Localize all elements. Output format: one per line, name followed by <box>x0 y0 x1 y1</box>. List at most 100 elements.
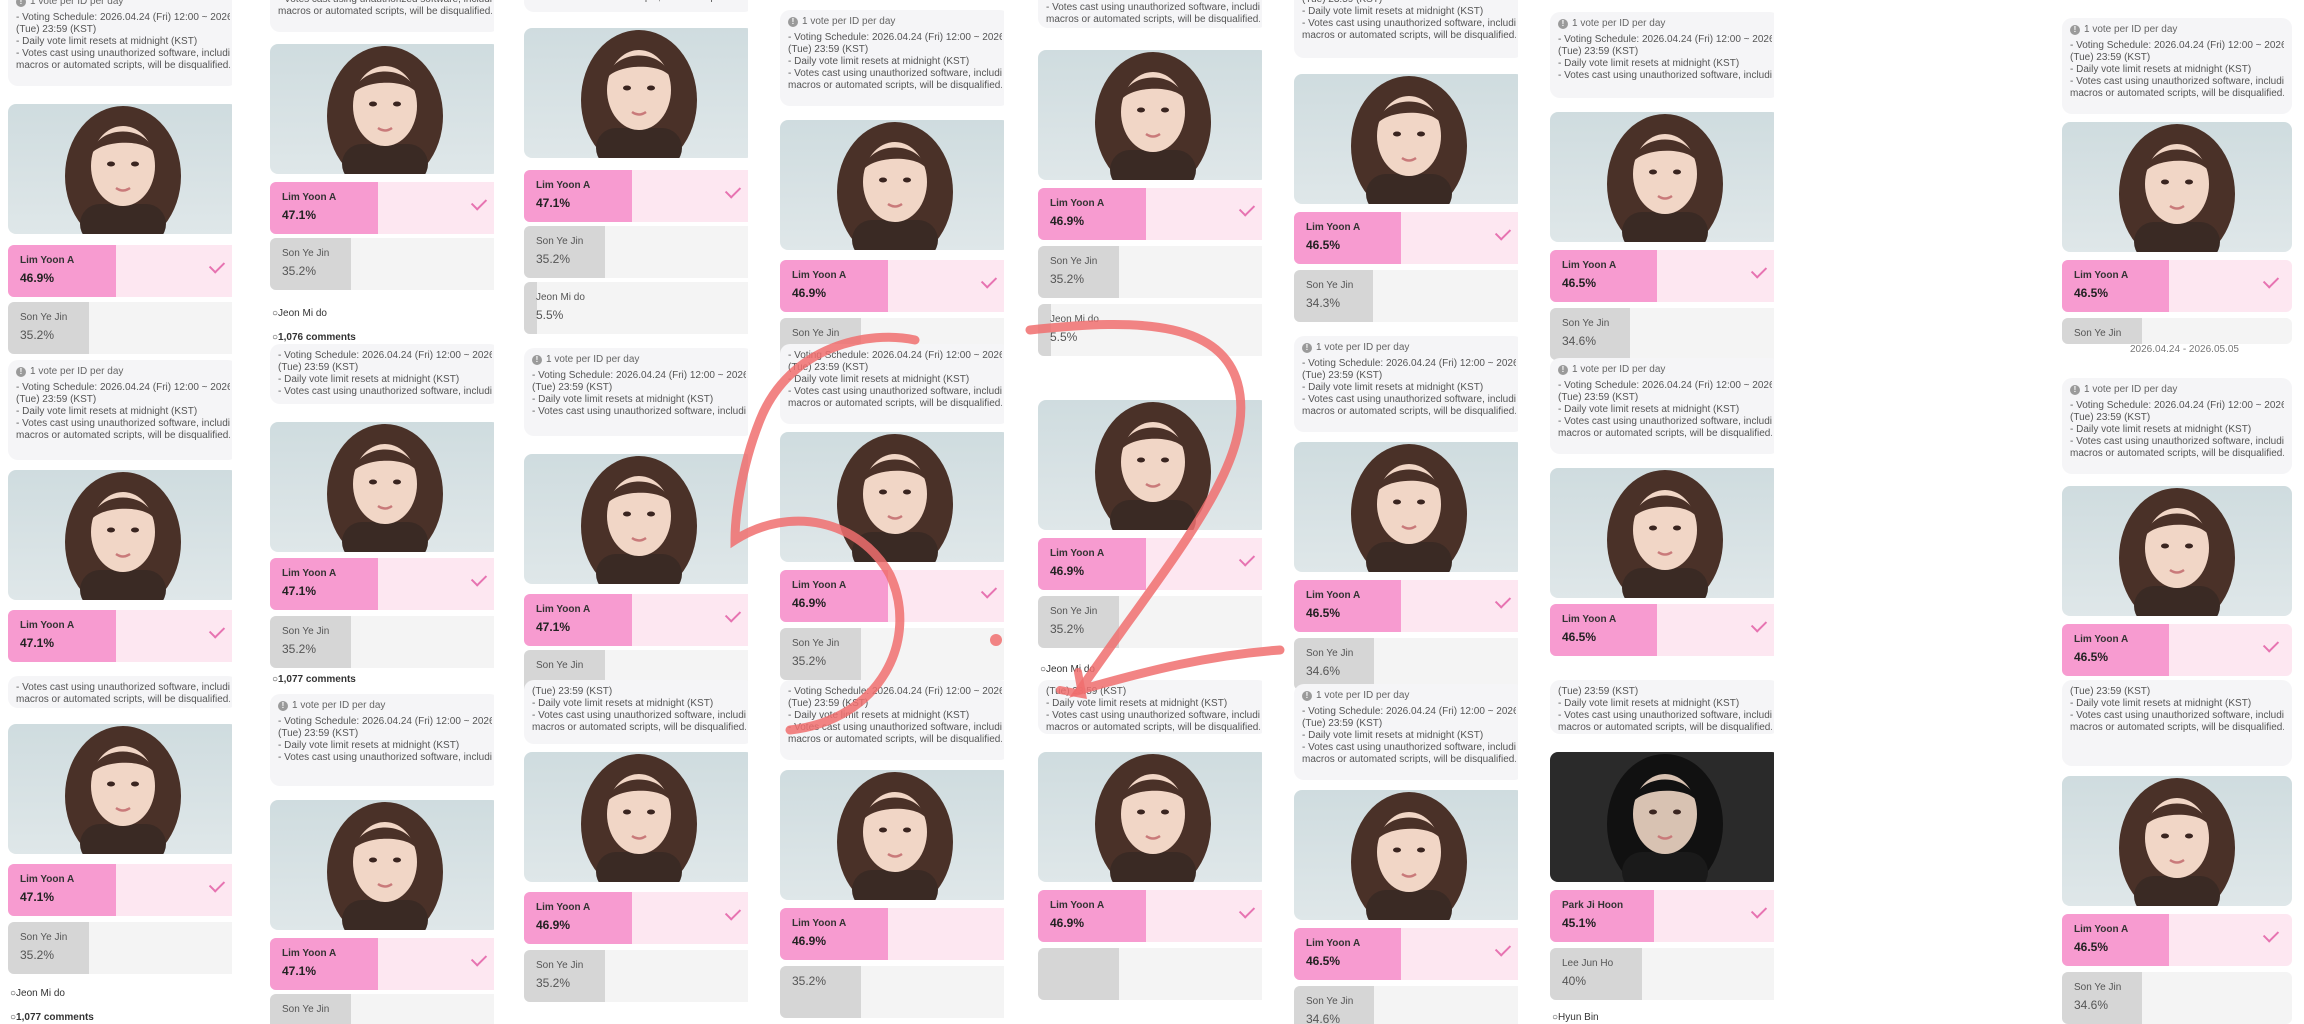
poll-option-lim-yoon-a[interactable]: Lim Yoon A 47.1% <box>524 594 748 646</box>
notice-line: - Daily vote limit resets at midnight (K… <box>278 740 460 751</box>
poll-option-lim-yoon-a[interactable]: Lim Yoon A 46.5% <box>1550 250 1774 302</box>
poll-option-son-ye-jin[interactable]: Son Ye Jin 35.2% <box>270 616 494 668</box>
notice-line: (Tue) 23:59 (KST) <box>788 698 869 709</box>
poll-option-lim-yoon-a[interactable]: Lim Yoon A 46.5% <box>1294 212 1518 264</box>
poll-option-lim-yoon-a[interactable]: Lim Yoon A 46.5% <box>2062 914 2292 966</box>
portrait-illustration <box>1095 52 1211 180</box>
poll-option-lim-yoon-a[interactable]: Lim Yoon A 47.1% <box>270 938 494 990</box>
notice-line: macros or automated scripts, will be dis… <box>1558 722 1772 733</box>
notice-line: macros or automated scripts, will be dis… <box>1046 14 1260 25</box>
poll-option-son-ye-jin[interactable]: Son Ye Jin 35.2% <box>524 226 748 278</box>
poll-option-lim-yoon-a[interactable]: Lim Yoon A 47.1% <box>8 610 232 662</box>
poll-option-lim-yoon-a[interactable]: Lim Yoon A 46.9% <box>780 908 1004 960</box>
notice-line: - Daily vote limit resets at midnight (K… <box>788 56 970 67</box>
poll-option-lim-yoon-a[interactable]: Lim Yoon A 46.5% <box>2062 260 2292 312</box>
candidate-name: Lim Yoon A <box>2074 634 2129 645</box>
vote-percent: 46.5% <box>2074 650 2109 664</box>
vote-share-bar <box>524 282 537 334</box>
vote-percent: 46.5% <box>1562 630 1597 644</box>
candidate-name: Lim Yoon A <box>20 620 75 631</box>
poll-option-son-ye-jin[interactable]: Son Ye Jin <box>270 994 494 1024</box>
poll-option-son-ye-jin[interactable]: Son Ye Jin 34.6% <box>1294 638 1518 690</box>
poll-option-lim-yoon-a[interactable]: Lim Yoon A 46.5% <box>2062 624 2292 676</box>
poll-option-son-ye-jin[interactable]: Son Ye Jin 35.2% <box>8 922 232 974</box>
comment-count[interactable]: 1,077 comments <box>272 674 356 685</box>
notice-line: (Tue) 23:59 (KST) <box>1302 370 1383 381</box>
poll-option-lim-yoon-a[interactable]: Lim Yoon A 46.5% <box>1550 604 1774 656</box>
poll-notice: (Tue) 23:59 (KST) - Daily vote limit res… <box>2062 680 2292 766</box>
poll-option-son-ye-jin[interactable]: Son Ye Jin 34.6% <box>1294 986 1518 1024</box>
notice-line: - Voting Schedule: 2026.04.24 (Fri) 12:0… <box>788 350 1002 361</box>
comment-count[interactable]: 1,077 comments <box>10 1012 94 1023</box>
poll-option-lim-yoon-a[interactable]: Lim Yoon A 46.9% <box>1038 188 1262 240</box>
candidate-photo <box>2062 486 2292 616</box>
candidate-name: Son Ye Jin <box>536 660 584 671</box>
candidate-name: Son Ye Jin <box>1306 648 1354 659</box>
poll-option-son-ye-jin[interactable]: Son Ye Jin 35.2% <box>524 950 748 1002</box>
portrait-illustration <box>1607 114 1723 242</box>
poll-notice: macros or automated scripts, will be dis… <box>524 0 748 12</box>
candidate-name: Son Ye Jin <box>20 932 68 943</box>
poll-option-lim-yoon-a[interactable]: Lim Yoon A 47.1% <box>524 170 748 222</box>
vote-percent: 46.9% <box>20 271 55 285</box>
vote-percent: 40% <box>1562 974 1587 988</box>
candidate-name: Lim Yoon A <box>282 948 337 959</box>
candidate-name: Lim Yoon A <box>20 255 75 266</box>
poll-option-lim-yoon-a[interactable]: Lim Yoon A 46.9% <box>1038 890 1262 942</box>
candidate-name: Lim Yoon A <box>1050 198 1105 209</box>
vote-percent: 35.2% <box>20 328 55 342</box>
notice-line: (Tue) 23:59 (KST) <box>2070 52 2151 63</box>
candidate-photo <box>780 120 1004 250</box>
poll-option-son-ye-jin[interactable]: Son Ye Jin 35.2% <box>1038 596 1262 648</box>
poll-option-son-ye-jin[interactable]: Son Ye Jin 34.6% <box>2062 972 2292 1024</box>
poll-option-park-ji-hoon[interactable]: Park Ji Hoon 45.1% <box>1550 890 1774 942</box>
poll-option-jeon-mi-do[interactable]: Jeon Mi do 5.5% <box>524 282 748 334</box>
check-icon <box>1494 592 1512 609</box>
poll-option-lim-yoon-a[interactable]: Lim Yoon A 46.5% <box>1294 580 1518 632</box>
poll-notice: (Tue) 23:59 (KST) - Daily vote limit res… <box>1550 680 1774 734</box>
poll-option-lim-yoon-a[interactable]: Lim Yoon A 46.9% <box>8 245 232 297</box>
poll-option-son-ye-jin[interactable]: Son Ye Jin 35.2% <box>780 628 1004 680</box>
notice-line: - Votes cast using unauthorized software… <box>788 386 1002 397</box>
poll-option-son-ye-jin[interactable]: Son Ye Jin 34.6% <box>1550 308 1774 360</box>
portrait-illustration <box>2119 488 2235 616</box>
candidate-name: Son Ye Jin <box>282 1004 330 1015</box>
poll-option-lim-yoon-a[interactable]: Lim Yoon A 46.9% <box>524 892 748 944</box>
poll-option-lim-yoon-a[interactable]: Lim Yoon A 46.9% <box>1038 538 1262 590</box>
vote-percent: 34.6% <box>1306 664 1341 678</box>
poll-option-son-ye-jin[interactable] <box>1038 948 1262 1000</box>
poll-option-lim-yoon-a[interactable]: Lim Yoon A 46.5% <box>1294 928 1518 980</box>
comment-count[interactable]: 1,076 comments <box>272 332 356 343</box>
poll-option-son-ye-jin[interactable]: Son Ye Jin 35.2% <box>270 238 494 290</box>
vote-percent: 46.5% <box>1562 276 1597 290</box>
vote-percent: 47.1% <box>20 890 55 904</box>
candidate-name: Jeon Mi do <box>272 308 327 319</box>
info-icon: ! <box>1558 365 1568 375</box>
notice-line: - Votes cast using unauthorized software… <box>1046 710 1260 721</box>
poll-option-son-ye-jin[interactable]: 35.2% <box>780 966 1004 1018</box>
poll-option-lim-yoon-a[interactable]: Lim Yoon A 47.1% <box>270 182 494 234</box>
notice-line: macros or automated scripts, will be dis… <box>532 722 746 733</box>
notice-line: (Tue) 23:59 (KST) <box>1558 686 1639 697</box>
poll-option-jeon-mi-do[interactable]: Jeon Mi do 5.5% <box>1038 304 1262 356</box>
poll-option-son-ye-jin[interactable]: Son Ye Jin 35.2% <box>8 302 232 354</box>
notice-line: - Votes cast using unauthorized software… <box>16 682 230 693</box>
poll-notice: ! 1 vote per ID per day - Voting Schedule… <box>780 10 1004 106</box>
notice-line: (Tue) 23:59 (KST) <box>532 686 613 697</box>
poll-option-lee-jun-ho[interactable]: Lee Jun Ho 40% <box>1550 948 1774 1000</box>
poll-option-lim-yoon-a[interactable]: Lim Yoon A 47.1% <box>8 864 232 916</box>
notice-line: - Votes cast using unauthorized software… <box>1302 18 1516 29</box>
candidate-photo <box>1038 50 1262 180</box>
notice-header: 1 vote per ID per day <box>546 354 640 365</box>
poll-option-lim-yoon-a[interactable]: Lim Yoon A 46.9% <box>780 570 1004 622</box>
notice-line: - Votes cast using unauthorized software… <box>2070 710 2284 721</box>
poll-option-lim-yoon-a[interactable]: Lim Yoon A 46.9% <box>780 260 1004 312</box>
poll-option-son-ye-jin[interactable]: Son Ye Jin 35.2% <box>1038 246 1262 298</box>
check-icon <box>1238 550 1256 567</box>
poll-option-lim-yoon-a[interactable]: Lim Yoon A 47.1% <box>270 558 494 610</box>
notice-line: - Voting Schedule: 2026.04.24 (Fri) 12:0… <box>278 716 492 727</box>
notice-line: - Voting Schedule: 2026.04.24 (Fri) 12:0… <box>16 382 230 393</box>
poll-option-son-ye-jin[interactable]: Son Ye Jin 34.3% <box>1294 270 1518 322</box>
poll-notice: - Voting Schedule: 2026.04.24 (Fri) 12:0… <box>780 680 1004 760</box>
poll-option-son-ye-jin[interactable]: Son Ye Jin <box>2062 318 2292 344</box>
